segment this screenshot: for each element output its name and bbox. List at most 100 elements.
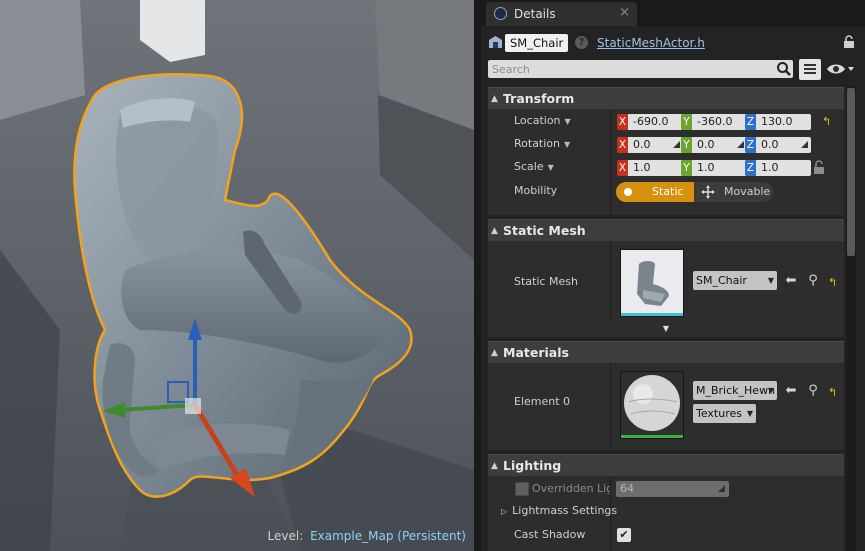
rotation-label[interactable]: Rotation ▼ xyxy=(514,137,570,150)
material-thumbnail[interactable] xyxy=(620,371,684,439)
mobility-movable-option[interactable]: Movable xyxy=(695,182,773,202)
location-label[interactable]: Location ▼ xyxy=(514,114,571,127)
actor-name-field[interactable]: SM_Chair xyxy=(505,34,569,52)
overridden-light-value: 64 xyxy=(620,482,634,495)
tab-details[interactable]: Details × xyxy=(486,2,637,26)
browse-search-icon[interactable]: ⚲ xyxy=(805,273,821,289)
rotation-y-value: 0.0 xyxy=(697,138,715,151)
axis-x-tag: X xyxy=(617,137,628,153)
scrollbar[interactable] xyxy=(846,86,856,551)
source-file-link[interactable]: StaticMeshActor.h xyxy=(597,36,705,50)
lightmass-settings-row[interactable]: ▷ Lightmass Settings xyxy=(501,504,617,517)
radio-selected-icon xyxy=(624,188,632,196)
panel-splitter[interactable] xyxy=(474,0,481,551)
material-sphere-icon xyxy=(621,372,683,438)
mobility-movable-label: Movable xyxy=(724,185,771,198)
rotation-z-field[interactable]: 0.0 xyxy=(756,137,811,153)
axis-y-tag: Y xyxy=(681,160,692,176)
rotation-x-field[interactable]: 0.0 xyxy=(628,137,683,153)
reset-to-default-icon[interactable]: ↰ xyxy=(828,277,840,289)
drag-grip-icon xyxy=(673,141,680,148)
location-z-field[interactable]: 130.0 xyxy=(756,114,811,130)
viewport-scene xyxy=(0,0,474,551)
axis-z-tag: Z xyxy=(745,160,756,176)
browse-search-icon[interactable]: ⚲ xyxy=(805,383,821,399)
expand-triangle-icon: ▷ xyxy=(501,507,508,516)
reset-to-default-icon[interactable]: ↰ xyxy=(828,387,840,399)
scale-y-field[interactable]: 1.0 xyxy=(692,160,747,176)
scrollbar-thumb[interactable] xyxy=(847,88,855,256)
static-mesh-asset-picker[interactable]: SM_Chair ▼ xyxy=(693,271,777,290)
drag-grip-icon xyxy=(737,141,744,148)
lightmass-settings-label: Lightmass Settings xyxy=(512,504,618,517)
element-0-label: Element 0 xyxy=(514,395,571,408)
section-lighting-body: Overridden Light 64 ▷Lightmass Settings … xyxy=(488,476,844,551)
level-info: Level: Example_Map (Persistent) xyxy=(268,529,466,543)
axis-y-tag: Y xyxy=(681,114,692,130)
chevron-down-icon: ▼ xyxy=(564,140,571,149)
actor-header: SM_Chair ? StaticMeshActor.h xyxy=(481,30,865,56)
mobility-static-option[interactable]: Static xyxy=(616,182,694,202)
axis-z-tag: Z xyxy=(745,137,756,153)
static-mesh-value: SM_Chair xyxy=(696,274,747,287)
expand-advanced-icon[interactable]: ▼ xyxy=(488,323,844,335)
section-materials-body: Element 0 M_Brick_Hewn ▼ ⬅ ⚲ ↰ Textures xyxy=(488,363,844,450)
axis-z-tag: Z xyxy=(745,114,756,130)
mobility-label: Mobility xyxy=(514,184,558,197)
reset-to-default-icon[interactable]: ↰ xyxy=(822,116,834,128)
list-icon xyxy=(804,64,816,74)
section-materials-header[interactable]: ▲ Materials xyxy=(488,341,844,363)
rotation-y-field[interactable]: 0.0 xyxy=(692,137,747,153)
section-title: Static Mesh xyxy=(503,223,586,238)
scale-x-field[interactable]: 1.0 xyxy=(628,160,683,176)
mobility-toggle: Static Movable xyxy=(616,182,773,202)
collapse-triangle-icon: ▲ xyxy=(491,461,498,471)
location-y-field[interactable]: -360.0 xyxy=(692,114,747,130)
section-lighting-header[interactable]: ▲ Lighting xyxy=(488,454,844,476)
drag-grip-icon xyxy=(718,485,725,492)
static-mesh-label: Static Mesh xyxy=(514,275,578,288)
actor-type-icon xyxy=(489,36,502,48)
textures-dropdown[interactable]: Textures ▼ xyxy=(693,404,756,423)
scale-label[interactable]: Scale ▼ xyxy=(514,160,554,173)
level-viewport[interactable]: Level: Example_Map (Persistent) xyxy=(0,0,474,551)
scale-label-text: Scale xyxy=(514,160,544,173)
overridden-light-checkbox[interactable] xyxy=(515,482,529,496)
scale-lock-icon[interactable] xyxy=(813,160,825,175)
chevron-down-icon: ▼ xyxy=(767,276,774,285)
lock-icon[interactable] xyxy=(843,35,855,49)
column-divider[interactable] xyxy=(610,363,611,450)
overridden-light-label: Overridden Light xyxy=(532,482,610,495)
eye-icon[interactable] xyxy=(826,62,856,76)
collapse-triangle-icon: ▲ xyxy=(491,348,498,358)
column-divider[interactable] xyxy=(610,241,611,321)
rotation-x-value: 0.0 xyxy=(633,138,651,151)
chevron-down-icon: ▼ xyxy=(564,117,571,126)
static-mesh-thumbnail[interactable] xyxy=(620,249,684,317)
location-label-text: Location xyxy=(514,114,561,127)
help-icon[interactable]: ? xyxy=(575,36,588,49)
search-row xyxy=(481,58,865,82)
material-asset-picker[interactable]: M_Brick_Hewn ▼ xyxy=(693,381,777,400)
section-transform-header[interactable]: ▲ Transform xyxy=(488,87,844,109)
column-divider[interactable] xyxy=(610,109,611,215)
drag-grip-icon xyxy=(801,141,808,148)
location-x-field[interactable]: -690.0 xyxy=(628,114,683,130)
cast-shadow-checkbox[interactable]: ✔ xyxy=(617,528,631,542)
overridden-light-field[interactable]: 64 xyxy=(616,481,729,497)
search-icon[interactable] xyxy=(776,61,792,77)
location-y-value: -360.0 xyxy=(697,115,733,128)
rotation-z-value: 0.0 xyxy=(761,138,779,151)
close-icon[interactable]: × xyxy=(619,5,630,20)
search-input[interactable] xyxy=(488,60,793,78)
axis-y-tag: Y xyxy=(681,137,692,153)
tab-label: Details xyxy=(514,7,556,21)
details-panel: Details × SM_Chair ? StaticMeshActor.h S… xyxy=(481,0,865,551)
use-selected-arrow-icon[interactable]: ⬅ xyxy=(783,383,799,399)
rotation-label-text: Rotation xyxy=(514,137,561,150)
section-static-mesh-header[interactable]: ▲ Static Mesh xyxy=(488,219,844,241)
collapse-triangle-icon: ▲ xyxy=(491,94,498,104)
use-selected-arrow-icon[interactable]: ⬅ xyxy=(783,273,799,289)
property-matrix-button[interactable] xyxy=(799,59,821,80)
scale-z-field[interactable]: 1.0 xyxy=(756,160,811,176)
